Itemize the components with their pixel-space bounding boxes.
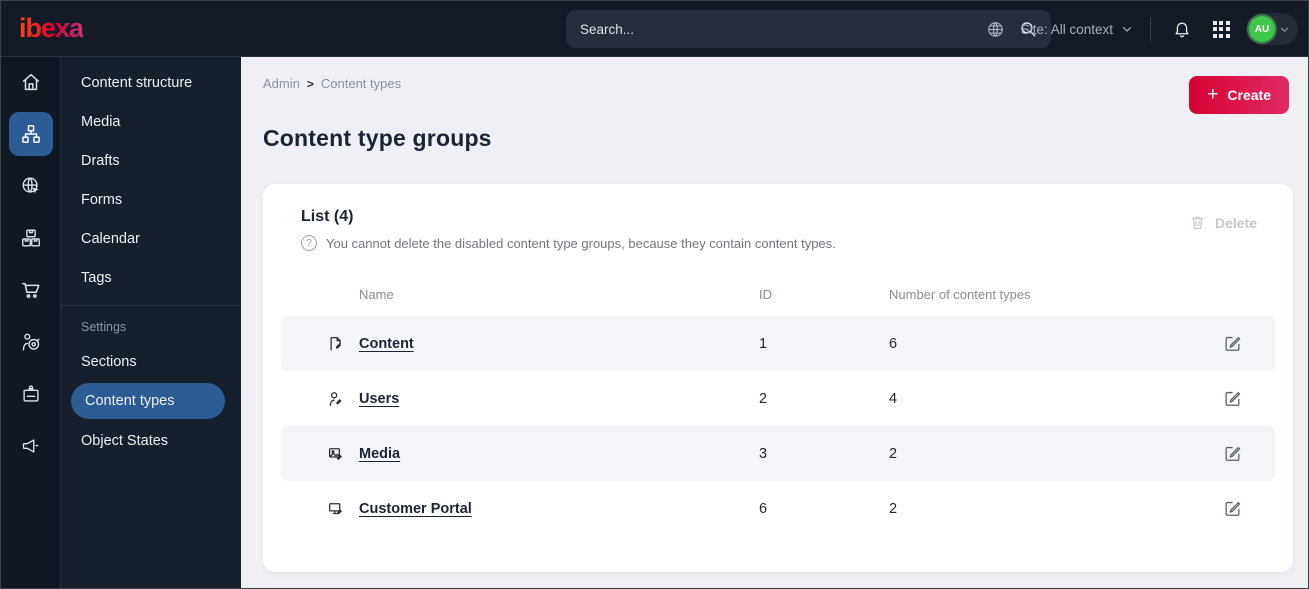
settings-section-label: Settings [81,320,127,334]
breadcrumb-current: Content types [320,76,402,91]
column-header-id: ID [759,287,772,302]
group-id: 3 [759,426,889,481]
list-info: ? You cannot delete the disabled content… [301,235,836,251]
group-count: 2 [889,426,1219,481]
global-search[interactable] [566,10,1051,48]
plus-icon: + [1207,83,1219,105]
group-id: 6 [759,500,768,517]
list-title: List (4) [301,208,354,225]
group-id: 1 [759,316,889,371]
column-header-name: Name [359,287,394,302]
create-button[interactable]: + Create [1189,76,1289,114]
user-menu[interactable]: AU [1246,13,1298,45]
app-window: ibexa Site: All context [0,0,1309,589]
commerce-cart-icon[interactable] [9,268,53,312]
badge-id-icon[interactable] [9,372,53,416]
trash-icon [1191,216,1204,230]
group-id: 2 [759,390,768,407]
group-count: 2 [889,500,898,517]
list-card: List (4) ? You cannot delete the disable… [263,184,1293,572]
file-edit-icon [327,335,359,353]
menu-divider [61,305,241,306]
app-grid-icon[interactable] [1207,15,1235,43]
site-context-label: Site: All context [1020,21,1113,37]
edit-icon[interactable] [1219,440,1246,467]
edit-icon[interactable] [1219,385,1246,412]
avatar[interactable]: AU [1249,16,1275,42]
help-question-icon: ? [301,235,317,251]
search-input[interactable] [580,21,1019,37]
group-link[interactable]: Media [359,446,400,462]
sidebar-item-media[interactable]: Media [61,102,241,141]
globe-icon [982,15,1010,43]
megaphone-icon[interactable] [9,424,53,468]
group-link[interactable]: Users [359,391,399,407]
chevron-down-icon [1122,26,1132,32]
sidebar-item-content-types[interactable]: Content types [71,383,225,419]
list-info-text: You cannot delete the disabled content t… [326,235,836,251]
ibexa-logo[interactable]: ibexa [19,13,84,44]
content-type-groups-table: Name ID Number of content types Content … [281,277,1275,536]
group-count: 4 [889,390,898,407]
edit-icon[interactable] [1219,330,1246,357]
edit-icon[interactable] [1219,495,1246,522]
group-link[interactable]: Content [359,336,414,352]
products-boxes-icon[interactable] [9,216,53,260]
group-count: 6 [889,316,1219,371]
page-title: Content type groups [263,125,492,151]
topbar-divider [1150,17,1151,41]
site-context-selector[interactable]: Site: All context [1021,22,1133,37]
content-structure-icon[interactable] [8,112,53,156]
main-content: Admin > Content types + Create Content t… [241,57,1308,588]
home-icon[interactable] [9,60,53,104]
table-row: Media 3 2 [281,426,1275,481]
breadcrumb-separator: > [306,76,314,91]
topbar-actions: Site: All context AU [982,1,1298,57]
topbar: ibexa Site: All context [1,1,1308,57]
sidebar-menu: Content structure Media Drafts Forms Cal… [61,57,241,588]
sidebar-item-content-structure[interactable]: Content structure [61,63,241,102]
notifications-bell-icon[interactable] [1168,15,1196,43]
table-row: Content 1 6 [281,316,1275,371]
icon-rail [1,57,61,588]
site-globe-icon[interactable] [9,164,53,208]
personalization-target-icon[interactable] [9,320,53,364]
sidebar-item-tags[interactable]: Tags [61,258,241,297]
sidebar-item-object-states[interactable]: Object States [61,421,241,460]
sidebar-item-drafts[interactable]: Drafts [61,141,241,180]
chevron-down-icon [1280,27,1289,32]
group-link[interactable]: Customer Portal [359,501,472,517]
monitor-edit-icon [327,500,359,518]
table-row: Customer Portal 6 2 [281,481,1275,536]
breadcrumb: Admin > Content types [263,76,1293,91]
image-edit-icon [327,445,359,463]
sidebar-item-forms[interactable]: Forms [61,180,241,219]
breadcrumb-admin[interactable]: Admin [263,76,300,91]
table-row: Users 2 4 [281,371,1275,426]
delete-button[interactable]: Delete [1185,208,1261,237]
column-header-count: Number of content types [889,287,1031,302]
user-edit-icon [327,390,359,408]
sidebar-item-sections[interactable]: Sections [61,342,241,381]
sidebar-item-calendar[interactable]: Calendar [61,219,241,258]
